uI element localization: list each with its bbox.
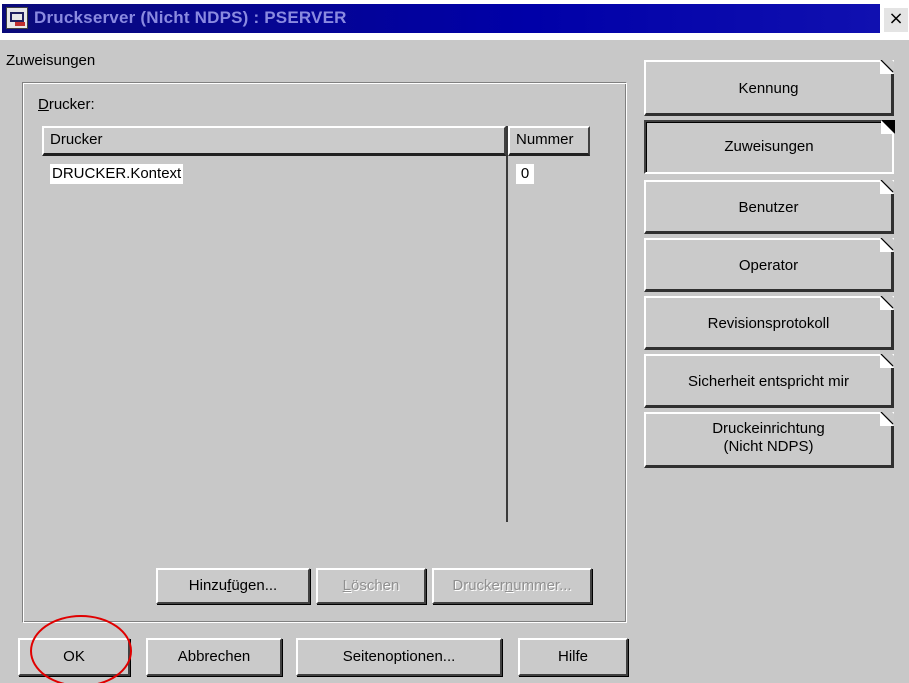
page-corner-icon (881, 120, 895, 134)
printer-number-cell[interactable]: 0 (516, 164, 534, 184)
title-divider (0, 38, 909, 40)
column-header-number[interactable]: Nummer (508, 126, 590, 156)
section-title: Zuweisungen (6, 52, 96, 69)
prnnum-label-accel: n (504, 577, 514, 594)
tab-druckeinrichtung[interactable]: Druckeinrichtung (Nicht NDPS) (644, 412, 894, 468)
add-label-post: ügen... (231, 577, 278, 594)
delete-label-post: öschen (350, 577, 400, 594)
tab-label: Operator (738, 257, 799, 274)
window-title: Druckserver (Nicht NDPS) : PSERVER (34, 8, 347, 27)
tab-label: Druckeinrichtung (712, 420, 825, 437)
add-printer-button[interactable]: Hinzufügen... (156, 568, 310, 604)
prnnum-label-pre: Drucker (452, 577, 505, 594)
printer-name-cell[interactable]: DRUCKER.Kontext (50, 164, 184, 184)
prnnum-label-post: ummer... (513, 577, 572, 594)
printers-label: Drucker: (38, 96, 95, 113)
tab-label: Zuweisungen (724, 138, 814, 155)
tab-label: Revisionsprotokoll (707, 315, 830, 332)
tab-zuweisungen[interactable]: Zuweisungen (644, 120, 895, 174)
printer-server-icon[interactable] (6, 7, 28, 29)
tab-label: Sicherheit entspricht mir (688, 373, 849, 390)
tab-label-line2: (Nicht NDPS) (723, 438, 814, 455)
title-bar: Druckserver (Nicht NDPS) : PSERVER × (0, 0, 909, 38)
dialog-window: Druckserver (Nicht NDPS) : PSERVER × Zuw… (0, 0, 909, 683)
printers-label-accel: D (38, 96, 49, 113)
delete-printer-button[interactable]: Löschen (316, 568, 426, 604)
tab-operator[interactable]: Operator (644, 238, 894, 292)
ok-button[interactable]: OK (18, 638, 130, 676)
printers-label-rest: rucker: (48, 96, 95, 113)
add-label-pre: Hinzu (188, 577, 228, 594)
page-options-button[interactable]: Seitenoptionen... (296, 638, 502, 676)
delete-label-accel: L (342, 577, 351, 594)
printer-number-button[interactable]: Druckernummer... (432, 568, 592, 604)
tab-label: Kennung (738, 80, 799, 97)
table-row[interactable]: DRUCKER.Kontext 0 (42, 164, 590, 186)
page-corner-icon (880, 354, 894, 368)
cancel-button[interactable]: Abbrechen (146, 638, 282, 676)
tab-kennung[interactable]: Kennung (644, 60, 894, 116)
tab-revisionsprotokoll[interactable]: Revisionsprotokoll (644, 296, 894, 350)
help-button[interactable]: Hilfe (518, 638, 628, 676)
tab-benutzer[interactable]: Benutzer (644, 180, 894, 234)
page-corner-icon (880, 412, 894, 426)
printer-list[interactable]: Drucker Nummer DRUCKER.Kontext 0 (42, 126, 600, 526)
page-corner-icon (880, 238, 894, 252)
tab-label: Benutzer (738, 199, 799, 216)
page-corner-icon (880, 60, 894, 74)
page-corner-icon (880, 180, 894, 194)
column-header-printer[interactable]: Drucker (42, 126, 506, 156)
tab-sicherheit[interactable]: Sicherheit entspricht mir (644, 354, 894, 408)
close-icon[interactable]: × (884, 8, 908, 32)
page-corner-icon (880, 296, 894, 310)
